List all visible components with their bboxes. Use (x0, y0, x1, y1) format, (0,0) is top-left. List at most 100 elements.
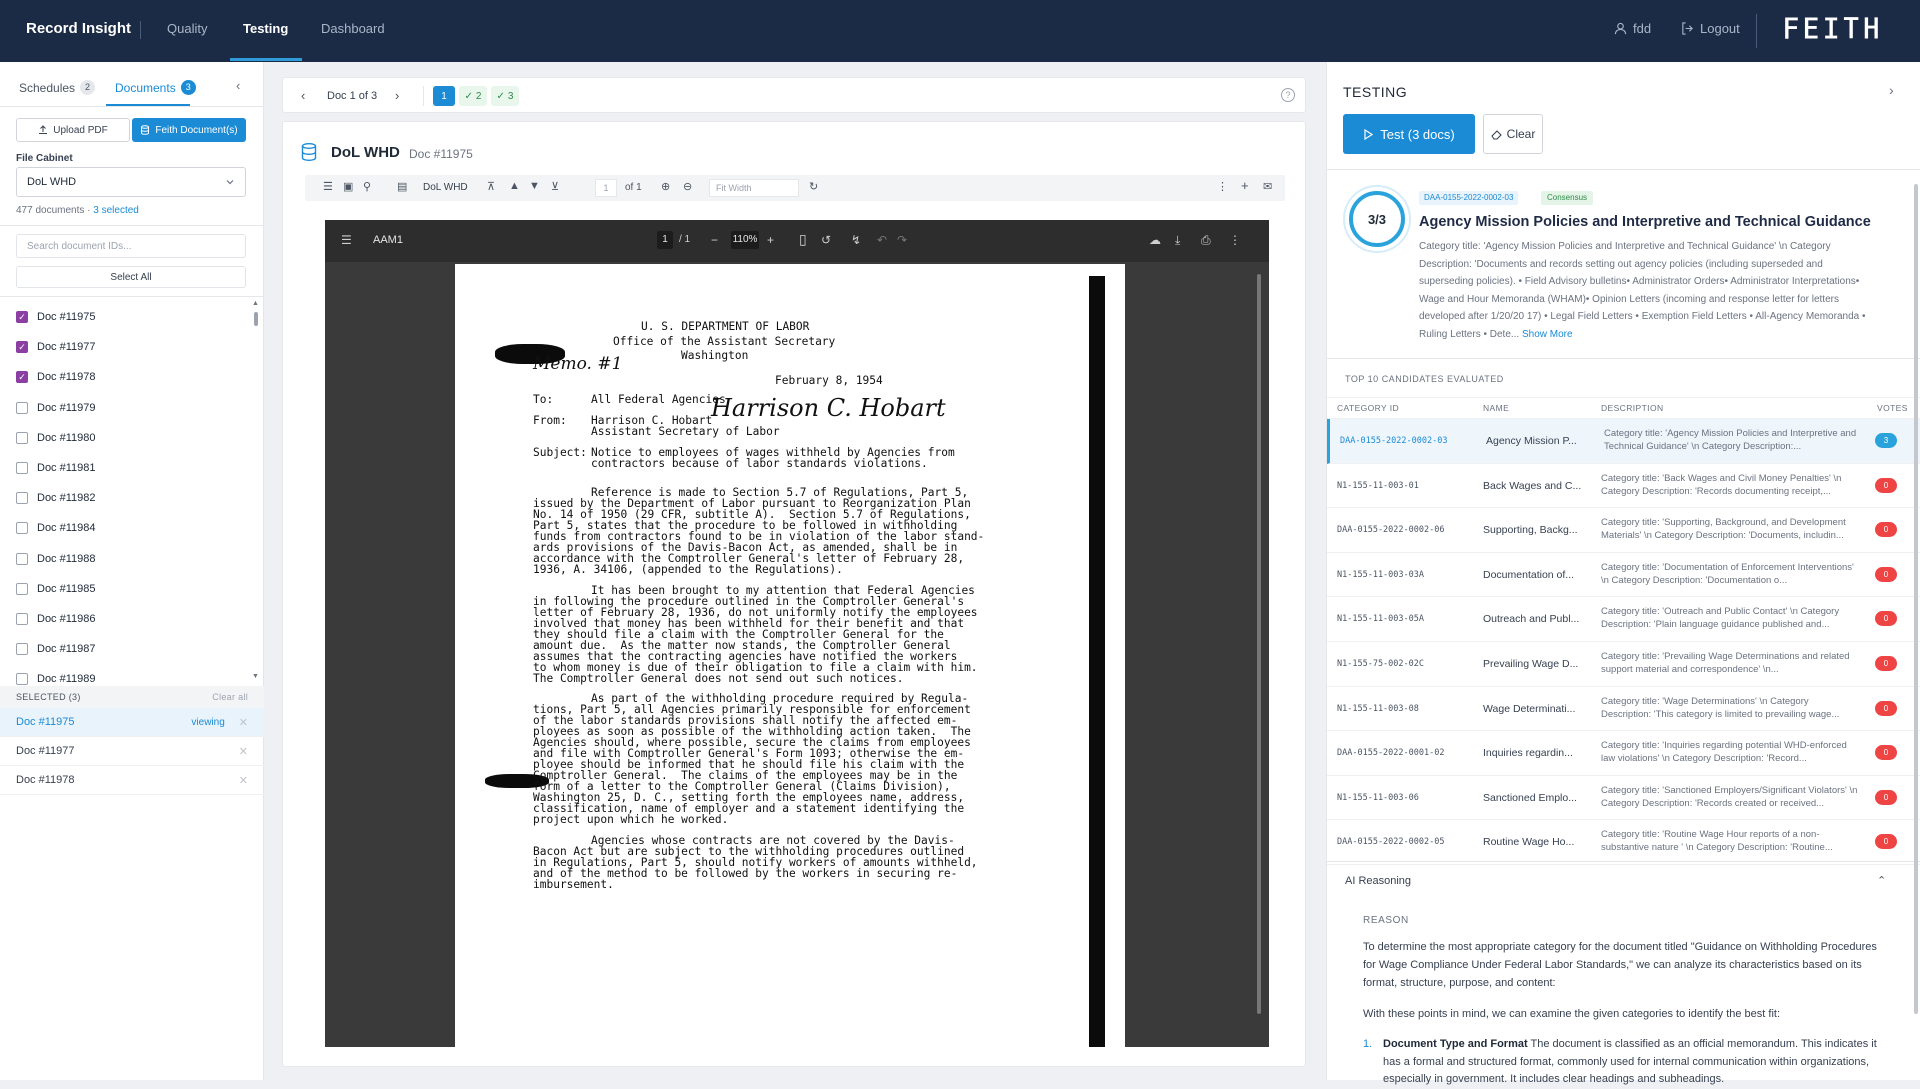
help-icon[interactable]: ? (1281, 88, 1295, 102)
file-cabinet-select[interactable]: DoL WHD (16, 167, 246, 197)
candidate-row[interactable]: DAA-0155-2022-0002-03 Agency Mission P...… (1327, 419, 1920, 464)
scroll-thumb[interactable] (1914, 184, 1918, 1014)
document-list-item[interactable]: ✓ Doc #11977 (0, 332, 250, 362)
document-checkbox[interactable]: ✓ (16, 311, 28, 324)
pdf-annotate-icon[interactable]: ☁ (1149, 233, 1161, 247)
show-more-link[interactable]: Show More (1522, 329, 1573, 340)
first-page-icon[interactable]: ⊼ (487, 180, 495, 193)
select-all-button[interactable]: Select All (16, 266, 246, 288)
pdf-zoom-value[interactable]: 110% (731, 231, 759, 249)
clear-all-link[interactable]: Clear all (212, 692, 248, 702)
remove-icon[interactable]: ✕ (239, 745, 248, 758)
nav-tab-quality[interactable]: Quality (167, 21, 207, 36)
document-list-item[interactable]: Doc #11979 (0, 393, 250, 423)
document-checkbox[interactable] (16, 552, 28, 565)
prev-page-icon[interactable]: ▲ (509, 180, 520, 192)
user-menu[interactable]: fdd (1614, 21, 1651, 36)
fit-page-icon[interactable]: ▯ (799, 231, 807, 248)
clear-button[interactable]: Clear (1483, 114, 1543, 154)
candidate-row[interactable]: N1-155-11-003-01 Back Wages and C... Categ… (1327, 464, 1920, 509)
doc-pill-1[interactable]: 1 (433, 86, 455, 106)
document-checkbox[interactable]: ✓ (16, 371, 28, 384)
candidate-row[interactable]: DAA-0155-2022-0002-05 Routine Wage Ho... C… (1327, 820, 1920, 865)
prev-doc-icon[interactable]: ‹ (301, 88, 305, 103)
document-list-item[interactable]: Doc #11984 (0, 513, 250, 543)
menu-icon[interactable]: ☰ (341, 233, 352, 247)
document-checkbox[interactable]: ✓ (16, 341, 28, 354)
rotate-icon[interactable]: ↻ (809, 180, 818, 193)
draw-icon[interactable]: ↯ (851, 233, 861, 247)
candidate-row[interactable]: DAA-0155-2022-0001-02 Inquiries regardin.… (1327, 731, 1920, 776)
selected-item[interactable]: Doc #11978 ✕ (0, 766, 264, 795)
remove-icon[interactable]: ✕ (239, 774, 248, 787)
document-checkbox[interactable] (16, 492, 28, 505)
document-list-item[interactable]: ✓ Doc #11978 (0, 362, 250, 392)
logout-button[interactable]: Logout (1681, 21, 1740, 36)
document-list-item[interactable]: ✓ Doc #11975 (0, 302, 250, 332)
next-doc-icon[interactable]: › (395, 88, 399, 103)
print-icon[interactable]: ⎙ (1201, 233, 1211, 248)
test-button[interactable]: Test (3 docs) (1343, 114, 1475, 154)
document-list-item[interactable]: Doc #11981 (0, 453, 250, 483)
page-number-input[interactable]: 1 (595, 179, 617, 197)
pdf-rotate-icon[interactable]: ↺ (821, 233, 831, 247)
document-checkbox[interactable] (16, 462, 28, 475)
pdf-more-icon[interactable]: ⋮ (1229, 233, 1241, 247)
document-checkbox[interactable] (16, 401, 28, 414)
scroll-up-arrow[interactable]: ▲ (252, 300, 259, 307)
document-list-item[interactable]: Doc #11988 (0, 544, 250, 574)
pdf-scrollbar[interactable] (1255, 264, 1263, 1047)
upload-pdf-button[interactable]: Upload PDF (16, 118, 130, 142)
feith-documents-button[interactable]: Feith Document(s) (132, 118, 246, 142)
document-list-item[interactable]: Doc #11980 (0, 423, 250, 453)
collapse-panel-icon[interactable]: ‹ (236, 78, 240, 93)
collapse-right-icon[interactable]: › (1889, 82, 1894, 98)
scroll-thumb[interactable] (254, 312, 258, 326)
tab-documents[interactable]: Documents 3 (115, 80, 196, 95)
chevron-up-icon[interactable]: ⌃ (1877, 874, 1886, 887)
pdf-zoom-in-icon[interactable]: + (767, 233, 774, 247)
document-list-item[interactable]: Doc #11982 (0, 483, 250, 513)
doc-pill-3[interactable]: ✓ 3 (491, 86, 519, 106)
add-icon[interactable]: + (1241, 178, 1249, 193)
selected-item[interactable]: Doc #11977 ✕ (0, 737, 264, 766)
redo-icon[interactable]: ↷ (897, 233, 907, 247)
candidate-row[interactable]: N1-155-11-003-06 Sanctioned Emplo... Categ… (1327, 776, 1920, 821)
scroll-down-arrow[interactable]: ▼ (252, 673, 259, 680)
document-checkbox[interactable] (16, 582, 28, 595)
undo-icon[interactable]: ↶ (877, 233, 887, 247)
download-icon[interactable]: ⤓ (1175, 233, 1180, 248)
search-text-icon[interactable]: ⚲ (363, 180, 371, 193)
image-icon[interactable]: ▣ (343, 180, 353, 193)
document-list-item[interactable]: Doc #11987 (0, 634, 250, 664)
list-icon[interactable]: ☰ (323, 180, 333, 193)
document-list-scrollbar[interactable]: ▲ ▼ (252, 300, 260, 680)
zoom-in-icon[interactable]: ⊕ (661, 180, 670, 193)
nav-tab-dashboard[interactable]: Dashboard (321, 21, 385, 36)
zoom-select[interactable]: Fit Width (709, 179, 799, 197)
candidate-row[interactable]: N1-155-75-002-02C Prevailing Wage D... Cat… (1327, 642, 1920, 687)
next-page-icon[interactable]: ▼ (529, 180, 540, 192)
app-brand[interactable]: Record Insight (26, 20, 131, 37)
selected-item[interactable]: Doc #11975 viewing ✕ (0, 708, 264, 737)
remove-icon[interactable]: ✕ (239, 716, 248, 729)
tab-schedules[interactable]: Schedules 2 (19, 80, 96, 95)
candidate-row[interactable]: N1-155-11-003-05A Outreach and Publ... Cat… (1327, 597, 1920, 642)
document-checkbox[interactable] (16, 643, 28, 656)
scroll-thumb[interactable] (1257, 274, 1261, 1014)
document-checkbox[interactable] (16, 673, 28, 686)
nav-tab-testing[interactable]: Testing (243, 21, 288, 36)
doc-pill-2[interactable]: ✓ 2 (459, 86, 487, 106)
document-checkbox[interactable] (16, 431, 28, 444)
comments-icon[interactable]: ✉ (1263, 180, 1272, 193)
document-checkbox[interactable] (16, 522, 28, 535)
document-checkbox[interactable] (16, 612, 28, 625)
document-icon[interactable]: ▤ (397, 180, 407, 193)
candidate-row[interactable]: DAA-0155-2022-0002-06 Supporting, Backg..… (1327, 508, 1920, 553)
pdf-zoom-out-icon[interactable]: − (711, 233, 718, 247)
document-list-item[interactable]: Doc #11985 (0, 574, 250, 604)
right-panel-scrollbar[interactable] (1913, 172, 1919, 1080)
last-page-icon[interactable]: ⊻ (551, 180, 559, 193)
candidate-row[interactable]: N1-155-11-003-08 Wage Determinati... Categ… (1327, 687, 1920, 732)
candidate-row[interactable]: N1-155-11-003-03A Documentation of... Cate… (1327, 553, 1920, 598)
